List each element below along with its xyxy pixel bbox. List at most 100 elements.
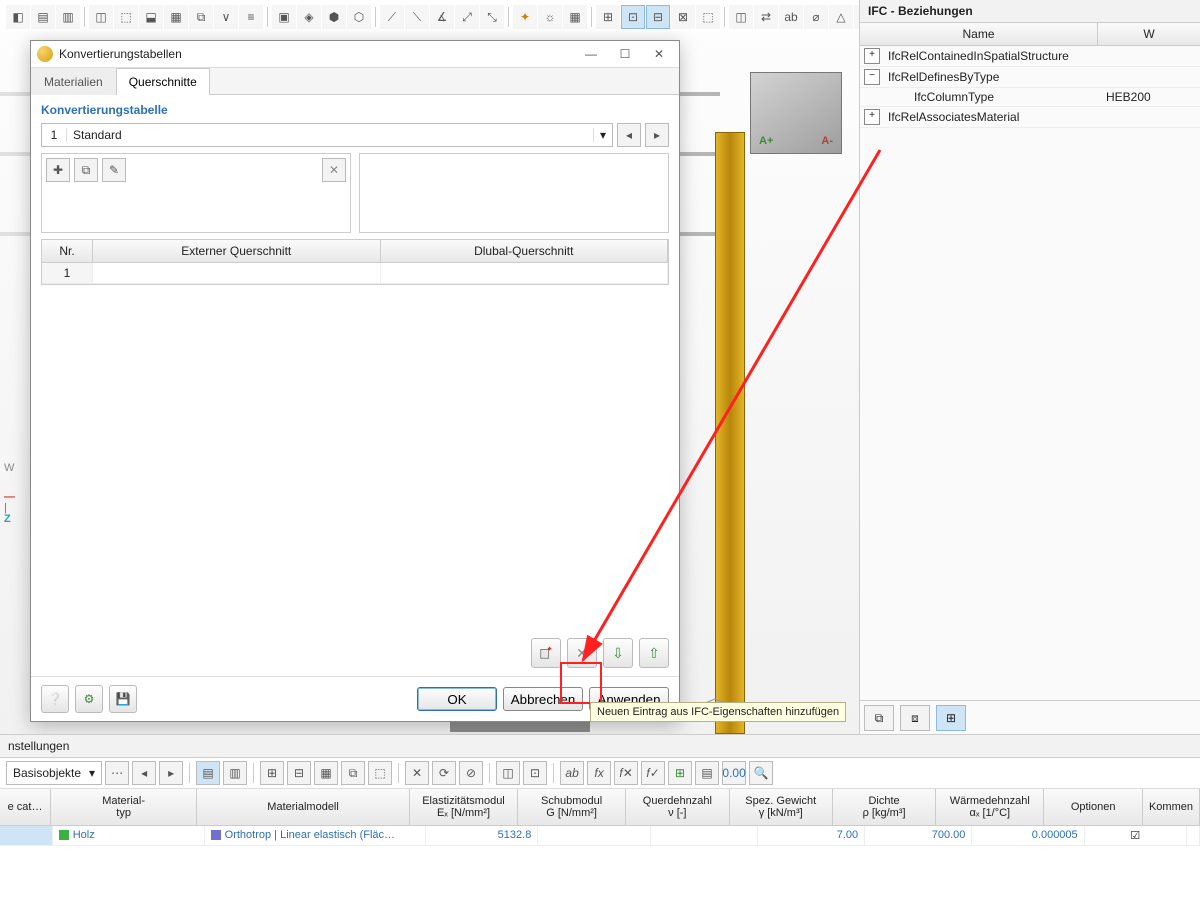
next-button[interactable]: ▸ [645, 123, 669, 147]
toolbar-icon[interactable]: ⬚ [114, 5, 138, 29]
toolbar-icon[interactable]: ▤ [695, 761, 719, 785]
toolbar-icon[interactable]: ⌀ [804, 5, 828, 29]
toolbar-icon[interactable]: ▦ [164, 5, 188, 29]
ifc-relations-panel: IFC - Beziehungen Name W +IfcRelContaine… [859, 0, 1200, 735]
save-button[interactable]: 💾 [109, 685, 137, 713]
toolbar-icon[interactable]: ab [560, 761, 584, 785]
new-table-button[interactable]: ✚ [46, 158, 70, 182]
toolbar-icon[interactable]: ◫ [729, 5, 753, 29]
toolbar-icon[interactable]: ◫ [89, 5, 113, 29]
toolbar-icon[interactable]: ⧉ [341, 761, 365, 785]
toolbar-icon[interactable]: ⊞ [260, 761, 284, 785]
toolbar-icon[interactable]: ⟋ [380, 5, 404, 29]
view-cube[interactable]: A+ A- [750, 72, 842, 154]
copy-table-button[interactable]: ⧉ [74, 158, 98, 182]
conversion-table: Nr. Externer Querschnitt Dlubal-Querschn… [41, 239, 669, 285]
toolbar-icon[interactable]: ⋯ [105, 761, 129, 785]
toolbar-icon[interactable]: ◧ [6, 5, 30, 29]
toolbar-icon[interactable]: fx [587, 761, 611, 785]
toolbar-icon[interactable]: ◈ [297, 5, 321, 29]
toolbar-icon[interactable]: ⊠ [671, 5, 695, 29]
toolbar-icon[interactable]: ⊡ [523, 761, 547, 785]
toolbar-icon[interactable]: ▥ [56, 5, 80, 29]
toolbar-icon[interactable]: ∨ [214, 5, 238, 29]
toolbar-icon[interactable]: ⇄ [754, 5, 778, 29]
object-type-select[interactable]: Basisobjekte▾ [6, 761, 102, 785]
toolbar-icon[interactable]: ▸ [159, 761, 183, 785]
tree-row[interactable]: −IfcRelDefinesByType [860, 67, 1200, 88]
toolbar-icon[interactable]: ⊡ [621, 5, 645, 29]
toolbar-icon[interactable]: ⬚ [696, 5, 720, 29]
search-icon[interactable]: 🔍 [749, 761, 773, 785]
ok-button[interactable]: OK [417, 687, 497, 711]
toolbar-icon[interactable]: ◫ [496, 761, 520, 785]
tree-row[interactable]: IfcColumnTypeHEB200 [860, 88, 1200, 107]
table-select[interactable]: 1 Standard ▾ [41, 123, 613, 147]
toolbar-icon[interactable]: ⟍ [405, 5, 429, 29]
toolbar-icon[interactable]: ✕ [405, 761, 429, 785]
tab-materials[interactable]: Materialien [31, 68, 116, 95]
minimize-button[interactable]: ― [577, 43, 605, 65]
toolbar-icon[interactable]: f✕ [614, 761, 638, 785]
toolbar-icon[interactable]: ⧉ [189, 5, 213, 29]
col-name[interactable]: Name [860, 23, 1098, 45]
panel-tab-icon[interactable]: ⧈ [900, 705, 930, 731]
cube-axis-a-minus: A- [821, 135, 833, 147]
close-button[interactable]: ✕ [645, 43, 673, 65]
toolbar-icon[interactable]: ☼ [538, 5, 562, 29]
toolbar-icon[interactable]: ⊟ [646, 5, 670, 29]
export-button[interactable]: ⇧ [639, 638, 669, 668]
toolbar-icon[interactable]: ▦ [314, 761, 338, 785]
toolbar-icon[interactable]: ≡ [239, 5, 263, 29]
toolbar-icon[interactable]: ▥ [223, 761, 247, 785]
toolbar-icon[interactable]: ⬚ [368, 761, 392, 785]
tree-row[interactable]: +IfcRelAssociatesMaterial [860, 107, 1200, 128]
expand-icon[interactable]: − [864, 69, 880, 85]
import-button[interactable]: ⇩ [603, 638, 633, 668]
panel-tab-icon[interactable]: ⧉ [864, 705, 894, 731]
toolbar-icon[interactable]: ab [779, 5, 803, 29]
col-value[interactable]: W [1098, 23, 1200, 45]
help-button[interactable]: ❔ [41, 685, 69, 713]
toolbar-icon[interactable]: ◂ [132, 761, 156, 785]
toolbar-icon[interactable]: ⤢ [455, 5, 479, 29]
toolbar-icon[interactable]: ⊘ [459, 761, 483, 785]
table-row[interactable]: Holz Orthotrop | Linear elastisch (Fläc…… [0, 826, 1200, 846]
col-nr[interactable]: Nr. [42, 240, 93, 262]
toolbar-icon[interactable]: ▣ [272, 5, 296, 29]
edit-table-button[interactable]: ✎ [102, 158, 126, 182]
settings-button[interactable]: ⚙ [75, 685, 103, 713]
tab-sections[interactable]: Querschnitte [116, 68, 210, 95]
panel-tab-icon[interactable]: ⊞ [936, 705, 966, 731]
toolbar-icon[interactable]: ⊞ [596, 5, 620, 29]
toolbar-icon[interactable]: ⤡ [480, 5, 504, 29]
toolbar-icon[interactable]: ▦ [563, 5, 587, 29]
toolbar-icon[interactable]: ▤ [196, 761, 220, 785]
toolbar-icon[interactable]: ∡ [430, 5, 454, 29]
toolbar-icon[interactable]: ⟳ [432, 761, 456, 785]
left-pane: ✚ ⧉ ✎ ✕ [41, 153, 351, 233]
toolbar-icon[interactable]: ✦ [513, 5, 537, 29]
settings-table-panel: nstellungen Basisobjekte▾ ⋯ ◂ ▸ ▤ ▥ ⊞ ⊟ … [0, 734, 1200, 900]
toolbar-icon[interactable]: ⬡ [347, 5, 371, 29]
dialog-titlebar[interactable]: Konvertierungstabellen ― ☐ ✕ [31, 41, 679, 68]
annotation-highlight [560, 662, 602, 704]
toolbar-icon[interactable]: ⬓ [139, 5, 163, 29]
toolbar-icon[interactable]: ⬢ [322, 5, 346, 29]
table-row[interactable]: 1 [42, 263, 668, 284]
add-from-ifc-button[interactable] [531, 638, 561, 668]
toolbar-icon[interactable]: 0.00 [722, 761, 746, 785]
toolbar-icon[interactable]: △ [829, 5, 853, 29]
expand-icon[interactable]: + [864, 109, 880, 125]
col-external[interactable]: Externer Querschnitt [93, 240, 381, 262]
toolbar-icon[interactable]: f✓ [641, 761, 665, 785]
toolbar-icon[interactable]: ▤ [31, 5, 55, 29]
prev-button[interactable]: ◂ [617, 123, 641, 147]
maximize-button[interactable]: ☐ [611, 43, 639, 65]
col-dlubal[interactable]: Dlubal-Querschnitt [381, 240, 669, 262]
toolbar-icon[interactable]: ⊞ [668, 761, 692, 785]
toolbar-icon[interactable]: ⊟ [287, 761, 311, 785]
tree-row[interactable]: +IfcRelContainedInSpatialStructure [860, 46, 1200, 67]
delete-table-button[interactable]: ✕ [322, 158, 346, 182]
expand-icon[interactable]: + [864, 48, 880, 64]
